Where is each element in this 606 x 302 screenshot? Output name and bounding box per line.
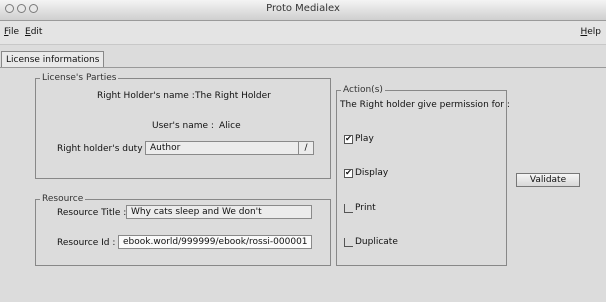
duplicate-label: Duplicate bbox=[355, 237, 398, 247]
validate-button[interactable]: Validate bbox=[516, 173, 580, 187]
holder-name-label: Right Holder's name : bbox=[97, 91, 195, 101]
resource-title-input[interactable]: Why cats sleep and We don't bbox=[126, 205, 312, 219]
tab-divider bbox=[0, 67, 606, 68]
print-checkbox[interactable]: Print bbox=[344, 203, 376, 213]
tab-license-informations[interactable]: License informations bbox=[1, 51, 105, 67]
actions-intro-text: The Right holder give permission for : bbox=[340, 100, 510, 110]
dropdown-arrow-icon[interactable]: / bbox=[298, 142, 313, 154]
menu-edit[interactable]: Edit bbox=[25, 27, 42, 37]
resource-legend: Resource bbox=[40, 194, 86, 204]
checkmark-icon: ✔ bbox=[344, 168, 353, 178]
unchecked-box-icon bbox=[344, 203, 353, 213]
user-name-value: Alice bbox=[219, 121, 241, 131]
play-label: Play bbox=[355, 134, 374, 144]
print-label: Print bbox=[355, 203, 376, 213]
window-titlebar: Proto Medialex bbox=[0, 0, 606, 21]
checkmark-icon: ✔ bbox=[344, 134, 353, 144]
tab-strip: License informations bbox=[0, 46, 606, 68]
menubar: File Edit Help bbox=[0, 21, 606, 45]
resource-title-label: Resource Title : bbox=[57, 208, 127, 218]
actions-group: Action(s) The Right holder give permissi… bbox=[336, 85, 510, 266]
menu-file[interactable]: File bbox=[4, 27, 19, 37]
display-checkbox[interactable]: ✔ Display bbox=[344, 168, 388, 178]
duty-combobox[interactable]: Author / bbox=[145, 141, 314, 155]
unchecked-box-icon bbox=[344, 237, 353, 247]
duplicate-checkbox[interactable]: Duplicate bbox=[344, 237, 398, 247]
actions-legend: Action(s) bbox=[341, 85, 385, 95]
resource-group: Resource Resource Title : Why cats sleep… bbox=[35, 194, 331, 266]
resource-id-label: Resource Id : bbox=[57, 238, 116, 248]
user-name-label: User's name : bbox=[152, 121, 214, 131]
resource-id-input[interactable]: ebook.world/999999/ebook/rossi-000001 bbox=[118, 235, 312, 249]
duty-combobox-value: Author bbox=[150, 143, 181, 153]
menu-help[interactable]: Help bbox=[580, 27, 601, 37]
display-label: Display bbox=[355, 168, 389, 178]
duty-label: Right holder's duty bbox=[57, 144, 143, 154]
parties-legend: License's Parties bbox=[40, 73, 119, 83]
window-title: Proto Medialex bbox=[266, 3, 340, 14]
holder-name-value: The Right Holder bbox=[195, 91, 271, 101]
parties-group: License's Parties Right Holder's name : … bbox=[35, 73, 331, 179]
play-checkbox[interactable]: ✔ Play bbox=[344, 134, 374, 144]
